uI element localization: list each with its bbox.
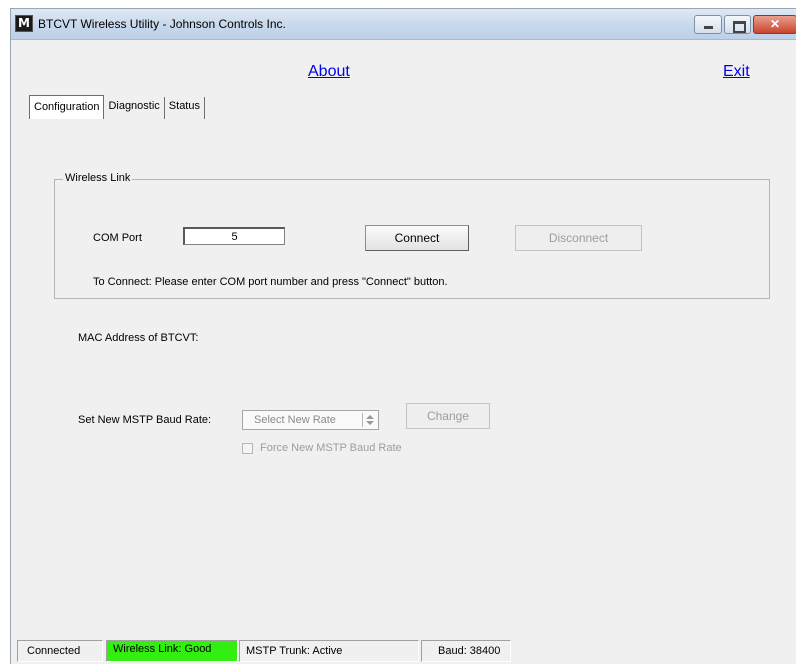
status-baud: Baud: 38400 xyxy=(421,640,511,662)
wireless-link-group: Wireless Link COM Port Connect Disconnec… xyxy=(54,172,770,299)
status-connected: Connected xyxy=(17,640,103,662)
window-title: BTCVT Wireless Utility - Johnson Control… xyxy=(38,17,286,31)
force-baud-label: Force New MSTP Baud Rate xyxy=(260,442,402,454)
wireless-link-legend: Wireless Link xyxy=(63,172,133,184)
baud-rate-select-value: Select New Rate xyxy=(254,414,336,426)
about-link[interactable]: About xyxy=(308,63,350,81)
close-button[interactable]: ✕ xyxy=(753,15,796,34)
exit-link[interactable]: Exit xyxy=(723,63,750,81)
tab-status[interactable]: Status xyxy=(165,97,205,119)
app-window: M BTCVT Wireless Utility - Johnson Contr… xyxy=(10,8,796,664)
mac-address-label: MAC Address of BTCVT: xyxy=(78,332,199,344)
com-port-input[interactable] xyxy=(183,227,285,245)
close-icon: ✕ xyxy=(769,17,781,31)
disconnect-button[interactable]: Disconnect xyxy=(515,225,642,251)
baud-rate-select[interactable]: Select New Rate xyxy=(242,410,379,430)
app-icon: M xyxy=(15,15,33,32)
tab-bar: Configuration Diagnostic Status xyxy=(29,95,205,119)
status-wireless-link: Wireless Link: Good xyxy=(106,640,238,662)
status-bar: Connected Wireless Link: Good MSTP Trunk… xyxy=(11,634,796,664)
baud-rate-label: Set New MSTP Baud Rate: xyxy=(78,414,212,426)
connect-button[interactable]: Connect xyxy=(365,225,469,251)
spin-arrows-icon[interactable] xyxy=(362,413,376,427)
status-mstp-trunk: MSTP Trunk: Active xyxy=(239,640,419,662)
force-baud-checkbox[interactable] xyxy=(242,443,253,454)
title-bar[interactable]: M BTCVT Wireless Utility - Johnson Contr… xyxy=(11,9,796,40)
change-button[interactable]: Change xyxy=(406,403,490,429)
com-port-label: COM Port xyxy=(93,232,142,244)
connect-instructions: To Connect: Please enter COM port number… xyxy=(93,276,448,288)
tab-diagnostic[interactable]: Diagnostic xyxy=(104,97,165,119)
minimize-button[interactable] xyxy=(694,15,722,34)
tab-configuration[interactable]: Configuration xyxy=(29,95,105,119)
maximize-button[interactable] xyxy=(724,15,751,34)
